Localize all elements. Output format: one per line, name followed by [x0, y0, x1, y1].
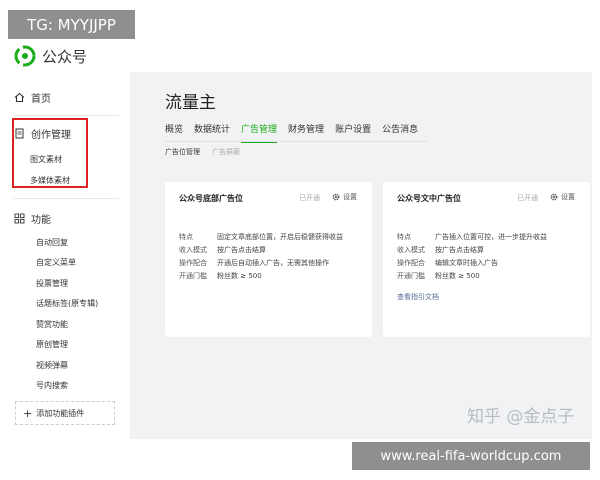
status-badge: 已开通: [517, 194, 538, 202]
home-icon: [14, 92, 25, 103]
card-row: 特点 广告插入位置可控，进一步提升收益: [397, 232, 547, 242]
highlight-box: [12, 118, 88, 188]
card-row: 开通门槛 粉丝数 ≥ 500: [179, 271, 262, 281]
row-key: 特点: [179, 233, 193, 241]
sidebar-item-appreciation[interactable]: 赞赏功能: [36, 319, 68, 330]
settings-label: 设置: [343, 193, 357, 201]
tab-statistics[interactable]: 数据统计: [194, 122, 230, 143]
sidebar-item-home[interactable]: 首页: [14, 90, 51, 105]
row-key: 开通门槛: [397, 272, 425, 280]
tab-account-settings[interactable]: 账户设置: [335, 122, 371, 143]
page-title: 流量主: [165, 93, 216, 113]
tab-announcements[interactable]: 公告消息: [382, 122, 418, 143]
row-value: 按广告点击结算: [217, 246, 266, 254]
card-title: 公众号文中广告位: [397, 194, 461, 203]
subtab-bar: 广告位管理 广告屏蔽: [165, 147, 240, 157]
add-plugin-label: 添加功能插件: [36, 408, 85, 418]
add-plugin-button[interactable]: + 添加功能插件: [15, 401, 115, 425]
sidebar-item-auto-reply[interactable]: 自动回复: [36, 237, 68, 248]
sidebar-item-video-danmaku[interactable]: 视频弹幕: [36, 360, 68, 371]
row-value: 固定文章底部位置，开启后稳健获得收益: [217, 233, 343, 241]
row-value: 按广告点击结算: [435, 246, 484, 254]
grid-icon: [14, 213, 25, 224]
gear-icon: [332, 193, 340, 201]
row-key: 收入模式: [397, 246, 425, 254]
sidebar-divider: [14, 198, 119, 199]
row-key: 开通门槛: [179, 272, 207, 280]
subtab-ad-slots[interactable]: 广告位管理: [165, 147, 200, 157]
row-value: 编辑文章时插入广告: [435, 259, 498, 267]
status-badge: 已开通: [299, 194, 320, 202]
subtab-ad-blocking[interactable]: 广告屏蔽: [212, 147, 240, 157]
settings-label: 设置: [561, 193, 575, 201]
sidebar-item-features[interactable]: 功能: [14, 211, 51, 226]
row-value: 开通后自动插入广告，无需其他操作: [217, 259, 329, 267]
row-value: 粉丝数 ≥ 500: [217, 272, 262, 280]
ad-slot-card-in-article: 公众号文中广告位 已开通 设置 特点 广告插入位置可控，进一步提升收益 收入模式 按…: [383, 182, 590, 337]
card-row: 收入模式 按广告点击结算: [397, 245, 484, 255]
card-row: 开通门槛 粉丝数 ≥ 500: [397, 271, 480, 281]
tab-divider: [165, 141, 427, 142]
wechat-mp-logo-icon: [14, 45, 36, 67]
sidebar-item-vote[interactable]: 投票管理: [36, 278, 68, 289]
card-row: 操作配合 开通后自动插入广告，无需其他操作: [179, 258, 329, 268]
url-watermark: www.real-fifa-worldcup.com: [352, 442, 590, 470]
settings-button[interactable]: 设置: [332, 192, 357, 202]
tag-watermark: TG: MYYJJPP: [8, 10, 135, 39]
zhihu-watermark: 知乎 @金点子: [467, 407, 575, 427]
sidebar-item-label: 功能: [31, 215, 51, 226]
tab-finance[interactable]: 财务管理: [288, 122, 324, 143]
brand: 公众号: [14, 44, 87, 68]
row-key: 特点: [397, 233, 411, 241]
sidebar-item-label: 首页: [31, 94, 51, 105]
card-row: 收入模式 按广告点击结算: [179, 245, 266, 255]
sidebar-divider: [14, 115, 119, 116]
guide-doc-link[interactable]: 查看指引文档: [397, 292, 439, 302]
card-title: 公众号底部广告位: [179, 194, 243, 203]
sidebar-item-custom-menu[interactable]: 自定义菜单: [36, 257, 76, 268]
row-key: 收入模式: [179, 246, 207, 254]
sidebar-item-topic-tags[interactable]: 话题标签(原专辑): [36, 298, 98, 309]
main-content: 流量主 概览 数据统计 广告管理 财务管理 账户设置 公告消息 广告位管理 广告…: [145, 72, 592, 439]
plus-icon: +: [23, 406, 33, 420]
row-value: 广告插入位置可控，进一步提升收益: [435, 233, 547, 241]
ad-slot-card-bottom: 公众号底部广告位 已开通 设置 特点 固定文章底部位置，开启后稳健获得收益 收入模…: [165, 182, 372, 337]
card-row: 操作配合 编辑文章时插入广告: [397, 258, 498, 268]
row-key: 操作配合: [397, 259, 425, 267]
sidebar-item-original[interactable]: 原创管理: [36, 339, 68, 350]
row-value: 粉丝数 ≥ 500: [435, 272, 480, 280]
settings-button[interactable]: 设置: [550, 192, 575, 202]
tab-overview[interactable]: 概览: [165, 122, 183, 143]
tab-bar: 概览 数据统计 广告管理 财务管理 账户设置 公告消息: [165, 122, 418, 143]
sidebar-item-search[interactable]: 号内搜索: [36, 380, 68, 391]
gear-icon: [550, 193, 558, 201]
tab-ad-management[interactable]: 广告管理: [241, 122, 278, 143]
brand-name: 公众号: [42, 47, 88, 66]
row-key: 操作配合: [179, 259, 207, 267]
card-row: 特点 固定文章底部位置，开启后稳健获得收益: [179, 232, 343, 242]
